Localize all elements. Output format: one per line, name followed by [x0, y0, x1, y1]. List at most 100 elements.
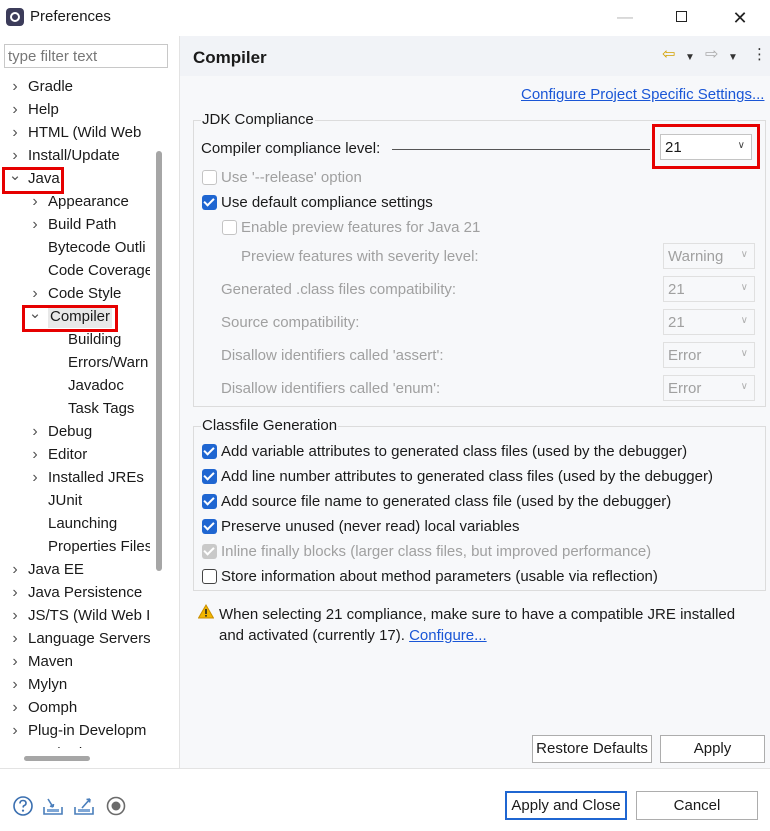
- record-icon[interactable]: [105, 795, 127, 817]
- configure-project-settings-link[interactable]: Configure Project Specific Settings...: [521, 86, 764, 103]
- chevron-right-icon[interactable]: ›: [28, 283, 42, 305]
- tree-item[interactable]: › Language Servers: [0, 628, 150, 650]
- source-compat-select[interactable]: 21 ∨: [663, 309, 755, 335]
- tree-item[interactable]: Code Coverage: [0, 260, 150, 282]
- chevron-right-icon[interactable]: ›: [28, 191, 42, 213]
- use-release-checkbox[interactable]: [202, 170, 217, 185]
- chevron-right-icon[interactable]: ›: [28, 421, 42, 443]
- tree-item[interactable]: JUnit: [0, 490, 150, 512]
- tree-item[interactable]: › Oomph: [0, 697, 150, 719]
- tree-item-label: Properties Files: [48, 538, 150, 555]
- import-icon[interactable]: [42, 795, 64, 817]
- preferences-tree-pane: › Gradle › Help › HTML (Wild Web › Install/Upda…: [0, 36, 180, 768]
- preview-severity-select[interactable]: Warning ∨: [663, 243, 755, 269]
- minimize-button[interactable]: —: [602, 4, 648, 32]
- chevron-right-icon[interactable]: ›: [8, 628, 22, 650]
- disallow-enum-select[interactable]: Error ∨: [663, 375, 755, 401]
- maximize-button[interactable]: [658, 4, 704, 32]
- configure-jre-link[interactable]: Configure...: [409, 627, 487, 644]
- chevron-right-icon[interactable]: ›: [8, 582, 22, 604]
- classfile-option-checkbox[interactable]: [202, 469, 217, 484]
- tree-item[interactable]: Launching: [0, 513, 150, 535]
- chevron-down-icon: ∨: [740, 381, 748, 392]
- tree-item[interactable]: Bytecode Outli: [0, 237, 150, 259]
- use-release-label: Use '--release' option: [221, 169, 362, 186]
- tree-item[interactable]: › JS/TS (Wild Web I: [0, 605, 150, 627]
- tree-item-label: Language Servers: [28, 630, 150, 647]
- classfile-option-checkbox[interactable]: [202, 519, 217, 534]
- use-default-compliance-checkbox[interactable]: [202, 195, 217, 210]
- tree-item[interactable]: › Install/Update: [0, 145, 150, 167]
- chevron-right-icon[interactable]: ›: [8, 743, 22, 748]
- apply-and-close-button[interactable]: Apply and Close: [505, 791, 627, 820]
- tree-item[interactable]: › Editor: [0, 444, 150, 466]
- filter-input[interactable]: [4, 44, 168, 68]
- classfile-option-checkbox[interactable]: [202, 494, 217, 509]
- apply-button[interactable]: Apply: [660, 735, 765, 763]
- cancel-button[interactable]: Cancel: [636, 791, 758, 820]
- back-dropdown-icon[interactable]: ▼: [685, 49, 695, 67]
- chevron-right-icon[interactable]: ›: [8, 697, 22, 719]
- tree-item-label: Install/Update: [28, 147, 120, 164]
- chevron-down-icon: ∨: [740, 282, 748, 293]
- tree-item[interactable]: Building: [0, 329, 150, 351]
- tree-item[interactable]: › Build Path: [0, 214, 150, 236]
- tree-item-label: Run/Debug: [28, 743, 104, 748]
- tree-item[interactable]: › Maven: [0, 651, 150, 673]
- tree-item[interactable]: › Appearance: [0, 191, 150, 213]
- chevron-right-icon[interactable]: ›: [8, 122, 22, 144]
- generated-compat-select[interactable]: 21 ∨: [663, 276, 755, 302]
- chevron-right-icon[interactable]: ›: [28, 467, 42, 489]
- tree-item[interactable]: › HTML (Wild Web: [0, 122, 150, 144]
- chevron-right-icon[interactable]: ›: [8, 651, 22, 673]
- tree-item-label: JUnit: [48, 492, 83, 509]
- tree-item-label: Oomph: [28, 699, 78, 716]
- forward-dropdown-icon[interactable]: ▼: [728, 49, 738, 67]
- enable-preview-checkbox[interactable]: [222, 220, 237, 235]
- tree-item[interactable]: › Java Persistence: [0, 582, 150, 604]
- close-button[interactable]: ✕: [717, 4, 763, 32]
- tree-item[interactable]: Task Tags: [0, 398, 150, 420]
- back-arrow-icon[interactable]: ⇦: [662, 46, 675, 64]
- restore-defaults-button[interactable]: Restore Defaults: [532, 735, 652, 763]
- tree-item-label: Mylyn: [28, 676, 68, 693]
- compliance-warning-message: When selecting 21 compliance, make sure …: [219, 604, 759, 646]
- tree-horizontal-scrollbar[interactable]: [24, 756, 90, 761]
- chevron-right-icon[interactable]: ›: [8, 674, 22, 696]
- chevron-right-icon[interactable]: ›: [8, 145, 22, 167]
- view-menu-icon[interactable]: ⋮: [752, 46, 767, 64]
- chevron-right-icon[interactable]: ›: [8, 76, 22, 98]
- tree-vertical-scrollbar[interactable]: [156, 151, 162, 571]
- tree-item[interactable]: Properties Files: [0, 536, 150, 558]
- classfile-option-checkbox[interactable]: [202, 444, 217, 459]
- tree-item[interactable]: › Code Style: [0, 283, 150, 305]
- tree-item[interactable]: › Plug-in Developm: [0, 720, 150, 742]
- tree-item-label: HTML (Wild Web: [28, 124, 142, 141]
- chevron-right-icon[interactable]: ›: [8, 99, 22, 121]
- jdk-compliance-title: JDK Compliance: [201, 111, 315, 128]
- classfile-option-checkbox[interactable]: [202, 569, 217, 584]
- chevron-right-icon[interactable]: ›: [8, 605, 22, 627]
- export-icon[interactable]: [73, 795, 95, 817]
- tree-item[interactable]: › Java EE: [0, 559, 150, 581]
- tree-item[interactable]: › Run/Debug: [0, 743, 150, 748]
- tree-item[interactable]: › Installed JREs: [0, 467, 150, 489]
- chevron-right-icon[interactable]: ›: [28, 214, 42, 236]
- classfile-option-checkbox[interactable]: [202, 544, 217, 559]
- tree-item[interactable]: › Gradle: [0, 76, 150, 98]
- chevron-right-icon[interactable]: ›: [8, 720, 22, 742]
- compliance-level-select[interactable]: 21 ∨: [660, 134, 752, 160]
- help-icon[interactable]: [12, 795, 34, 817]
- tree-item[interactable]: › Help: [0, 99, 150, 121]
- compliance-leader-line: [392, 149, 650, 150]
- tree-item[interactable]: Javadoc: [0, 375, 150, 397]
- dialog-button-bar: Apply and Close Cancel: [0, 768, 770, 831]
- tree-item[interactable]: Errors/Warn: [0, 352, 150, 374]
- forward-arrow-icon[interactable]: ⇨: [705, 46, 718, 64]
- chevron-right-icon[interactable]: ›: [28, 444, 42, 466]
- tree-item[interactable]: › Mylyn: [0, 674, 150, 696]
- disallow-assert-select[interactable]: Error ∨: [663, 342, 755, 368]
- page-title: Compiler: [193, 48, 267, 67]
- tree-item[interactable]: › Debug: [0, 421, 150, 443]
- chevron-right-icon[interactable]: ›: [8, 559, 22, 581]
